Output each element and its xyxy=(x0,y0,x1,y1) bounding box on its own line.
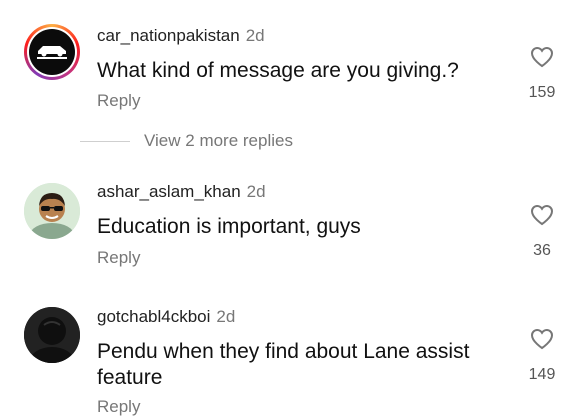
like-count: 36 xyxy=(533,242,551,259)
timestamp: 2d xyxy=(216,307,236,326)
username[interactable]: gotchabl4ckboi xyxy=(97,307,210,326)
heart-icon[interactable] xyxy=(530,46,554,68)
reply-button[interactable]: Reply xyxy=(97,397,140,417)
heart-icon[interactable] xyxy=(530,204,554,226)
comment-text: Education is important, guys xyxy=(97,215,361,238)
view-more-label[interactable]: View 2 more replies xyxy=(144,131,293,151)
like-count: 149 xyxy=(528,366,556,383)
comment-meta: gotchabl4ckboi 2d xyxy=(97,307,235,327)
heart-icon[interactable] xyxy=(530,328,554,350)
avatar[interactable] xyxy=(24,183,80,239)
like-control: 159 xyxy=(526,46,558,102)
like-count: 159 xyxy=(528,84,556,101)
divider-line xyxy=(80,140,130,142)
person-avatar-icon xyxy=(24,307,80,363)
username[interactable]: ashar_aslam_khan xyxy=(97,182,241,201)
avatar[interactable] xyxy=(24,307,80,363)
comment-text: What kind of message are you giving.? xyxy=(97,59,459,82)
comment-meta: ashar_aslam_khan 2d xyxy=(97,182,266,202)
comment-meta: car_nationpakistan 2d xyxy=(97,26,265,46)
car-logo-icon xyxy=(29,29,75,75)
comment-text: Pendu when they find about Lane assist f… xyxy=(97,340,470,389)
reply-button[interactable]: Reply xyxy=(97,91,140,111)
timestamp: 2d xyxy=(246,182,266,201)
person-avatar-icon xyxy=(24,183,80,239)
like-control: 36 xyxy=(526,204,558,260)
reply-button[interactable]: Reply xyxy=(97,248,140,268)
view-more-replies[interactable]: View 2 more replies xyxy=(80,131,293,151)
username[interactable]: car_nationpakistan xyxy=(97,26,240,45)
timestamp: 2d xyxy=(245,26,265,45)
avatar[interactable] xyxy=(24,24,80,80)
like-control: 149 xyxy=(526,328,558,384)
